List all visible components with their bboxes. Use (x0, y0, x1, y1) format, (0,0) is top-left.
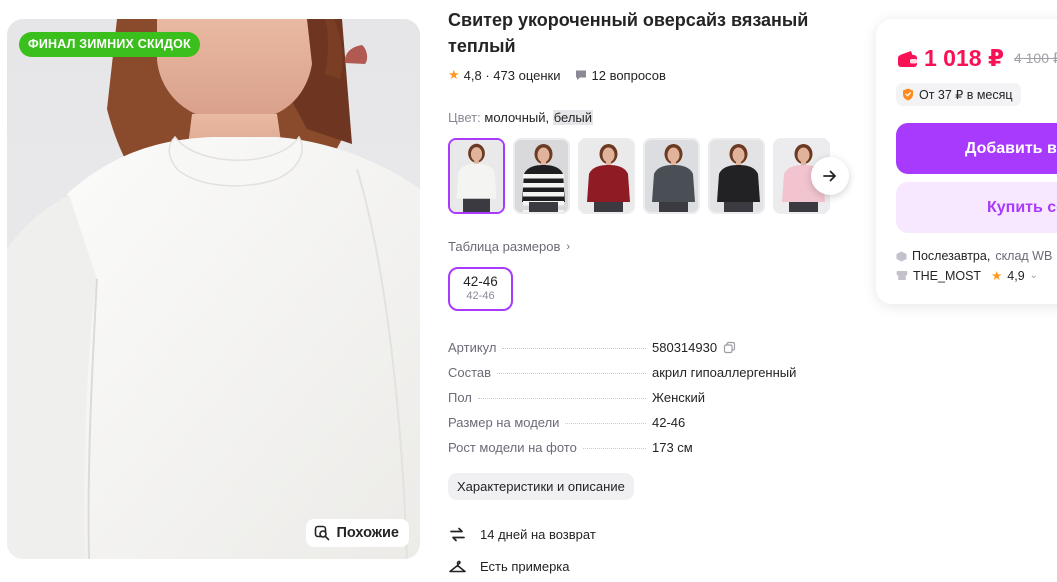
buy-now-button[interactable]: Купить сейчас (896, 182, 1057, 233)
size-option-label: 42-46 (463, 274, 498, 289)
seller-info[interactable]: THE_MOST ★ 4,9 ⌄ (896, 268, 1038, 283)
seller-star-icon: ★ (991, 269, 1003, 283)
product-title-line1: Свитер укороченный оверсайз вязаный (448, 10, 809, 30)
color-variant-black[interactable] (708, 138, 765, 214)
similar-search-icon (315, 525, 330, 541)
delivery-date: Послезавтра, (912, 249, 991, 263)
main-product-photo[interactable]: ФИНАЛ ЗИМНИХ СКИДОК Похожие (7, 19, 420, 559)
product-title-line2: теплый (448, 36, 516, 56)
color-value-highlight: белый (552, 110, 594, 125)
spec-row: Артикул 580314930 (448, 340, 848, 365)
spec-key: Пол (448, 390, 472, 405)
spec-value: Женский (652, 390, 705, 405)
product-photo-image (7, 19, 420, 559)
characteristics-button[interactable]: Характеристики и описание (448, 473, 634, 500)
specs-list: Артикул 580314930 Состав акрил гипоаллер… (448, 340, 848, 465)
installment-label: От 37 ₽ в месяц (919, 88, 1013, 102)
seller-name: THE_MOST (913, 268, 982, 283)
rating-row: ★ 4,8 · 473 оценки 12 вопросов (448, 67, 666, 83)
delivery-warehouse: склад WB (995, 249, 1053, 263)
price-row: 1 018 ₽ 4 100 ₽ (897, 45, 1057, 72)
color-row: Цвет: молочный, белый (448, 110, 594, 125)
article-number: 580314930 (652, 340, 718, 355)
installment-badge[interactable]: От 37 ₽ в месяц (896, 83, 1021, 106)
add-to-cart-button[interactable]: Добавить в корзину (896, 123, 1057, 174)
fitting-label: Есть примерка (480, 559, 570, 574)
return-policy[interactable]: 14 дней на возврат (448, 525, 596, 544)
chevron-right-icon: › (566, 240, 571, 253)
size-table-label: Таблица размеров (448, 239, 561, 254)
fitting-info[interactable]: Есть примерка (448, 557, 570, 576)
spec-key: Рост модели на фото (448, 440, 577, 455)
delivery-info: Послезавтра, склад WB (896, 249, 1052, 263)
box-icon (896, 251, 907, 261)
color-variant-red[interactable] (578, 138, 635, 214)
spec-row: Состав акрил гипоаллергенный (448, 365, 848, 390)
return-arrows-icon (450, 527, 465, 542)
arrow-right-icon (823, 170, 836, 182)
wallet-icon (898, 50, 917, 67)
spec-value: 173 см (652, 440, 693, 455)
size-option-ru: 42-46 (466, 290, 495, 302)
promo-badge: ФИНАЛ ЗИМНИХ СКИДОК (19, 32, 200, 57)
hanger-icon (449, 560, 466, 573)
spec-value: 580314930 (652, 340, 736, 355)
questions-count[interactable]: 12 вопросов (592, 68, 666, 83)
spec-key: Артикул (448, 340, 497, 355)
color-variants (448, 138, 830, 214)
spec-key: Состав (448, 365, 492, 380)
spec-key: Размер на модели (448, 415, 560, 430)
rating-value[interactable]: 4,8 (464, 68, 482, 83)
shop-icon (896, 271, 908, 280)
spec-row: Пол Женский (448, 390, 848, 415)
color-value: молочный, (484, 110, 550, 125)
old-price: 4 100 ₽ (1013, 50, 1057, 66)
size-option-selected[interactable]: 42-46 42-46 (448, 267, 513, 311)
color-variant-white[interactable] (448, 138, 505, 214)
spec-value: 42-46 (652, 415, 686, 430)
ratings-count[interactable]: 473 оценки (493, 68, 560, 83)
color-label: Цвет: (448, 110, 481, 125)
similar-products-button[interactable]: Похожие (306, 519, 409, 547)
seller-rating: 4,9 (1007, 268, 1025, 283)
spec-row: Рост модели на фото 173 см (448, 440, 848, 465)
rating-separator: · (481, 67, 494, 83)
size-table-link[interactable]: Таблица размеров › (448, 239, 570, 254)
return-policy-label: 14 дней на возврат (480, 527, 596, 542)
questions-icon (575, 69, 587, 81)
copy-icon[interactable] (723, 341, 736, 354)
spec-row: Размер на модели 42-46 (448, 415, 848, 440)
installment-shield-icon (903, 88, 913, 101)
spec-value: акрил гипоаллергенный (652, 365, 797, 380)
product-title: Свитер укороченный оверсайз вязаный тепл… (448, 7, 838, 59)
variants-next-button[interactable] (811, 157, 849, 195)
buy-box: 1 018 ₽ 4 100 ₽ От 37 ₽ в месяц Добавить… (876, 19, 1057, 304)
color-variant-striped[interactable] (513, 138, 570, 214)
similar-products-label: Похожие (336, 525, 399, 541)
color-variant-grey[interactable] (643, 138, 700, 214)
star-icon: ★ (448, 67, 460, 82)
chevron-down-icon: ⌄ (1029, 270, 1039, 281)
current-price: 1 018 ₽ (924, 45, 1004, 71)
